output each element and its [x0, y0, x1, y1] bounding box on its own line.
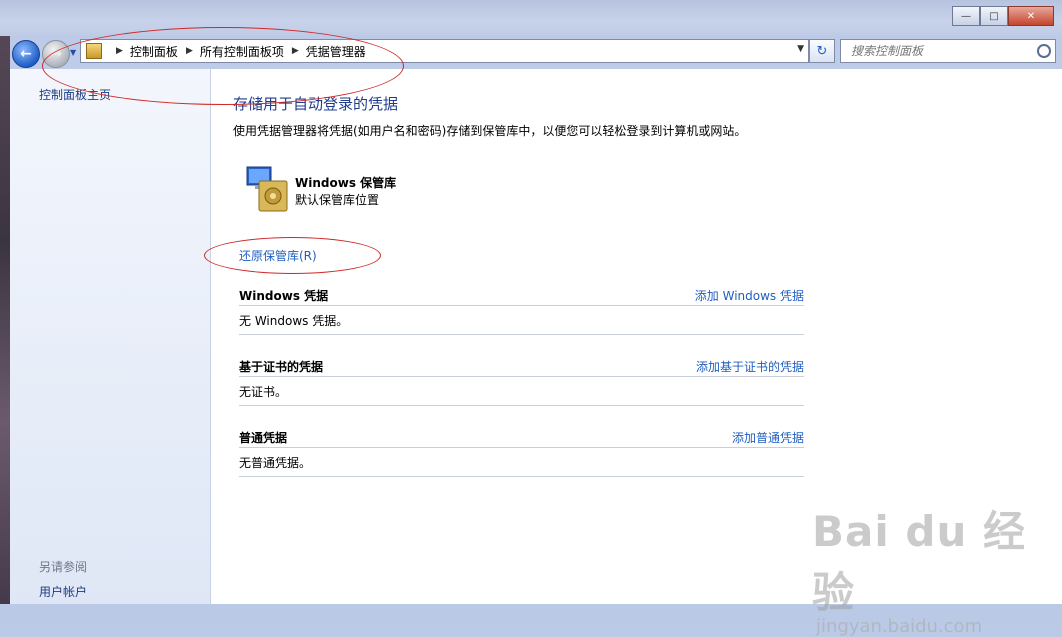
- vault-name: Windows 保管库: [295, 176, 397, 190]
- address-dropdown-icon[interactable]: ▼: [797, 44, 804, 54]
- watermark-url: jingyan.baidu.com: [816, 616, 983, 637]
- refresh-icon[interactable]: ↻: [809, 39, 835, 63]
- title-bar: — □ ✕: [0, 0, 1062, 36]
- section-header: 普通凭据 添加普通凭据: [239, 427, 804, 448]
- sidebar-home-link[interactable]: 控制面板主页: [39, 86, 111, 103]
- search-box[interactable]: [840, 39, 1056, 63]
- maximize-icon[interactable]: □: [980, 6, 1008, 26]
- forward-arrow-icon[interactable]: →: [42, 40, 70, 68]
- section-title: Windows 凭据: [239, 288, 329, 303]
- recent-pages-chevron-icon[interactable]: ▼: [70, 48, 76, 57]
- breadcrumb-all-items[interactable]: 所有控制面板项: [200, 43, 284, 60]
- search-icon[interactable]: [1037, 44, 1051, 58]
- sidebar-item-user-accounts[interactable]: 用户帐户: [39, 583, 87, 600]
- see-also-header: 另请参阅: [39, 560, 88, 574]
- breadcrumb-control-panel[interactable]: 控制面板: [130, 43, 178, 60]
- window-controls: — □ ✕: [952, 6, 1054, 26]
- breadcrumb-separator-icon[interactable]: ▶: [116, 46, 123, 56]
- back-arrow-icon[interactable]: ←: [12, 40, 40, 68]
- breadcrumb-separator-icon[interactable]: ▶: [292, 46, 299, 56]
- add-windows-credential-link[interactable]: 添加 Windows 凭据: [695, 287, 804, 304]
- section-empty-text: 无普通凭据。: [239, 448, 804, 477]
- breadcrumb: ▶ 控制面板 ▶ 所有控制面板项 ▶ 凭据管理器: [108, 43, 366, 60]
- section-title: 基于证书的凭据: [239, 359, 324, 374]
- address-bar[interactable]: ▶ 控制面板 ▶ 所有控制面板项 ▶ 凭据管理器 ▼: [80, 39, 809, 63]
- page-description: 使用凭据管理器将凭据(如用户名和密码)存储到保管库中，以便您可以轻松登录到计算机…: [233, 124, 747, 138]
- section-generic-credentials: 普通凭据 添加普通凭据 无普通凭据。: [239, 427, 804, 477]
- section-empty-text: 无证书。: [239, 377, 804, 406]
- control-panel-icon: [86, 43, 102, 59]
- desktop-edge: [0, 0, 10, 604]
- close-icon[interactable]: ✕: [1008, 6, 1054, 26]
- search-input[interactable]: [849, 43, 1038, 59]
- minimize-icon[interactable]: —: [952, 6, 980, 26]
- vault-safe-icon: [246, 166, 288, 212]
- baidu-watermark: Bai du 经验 jingyan.baidu.com: [812, 498, 1062, 637]
- watermark-logo: Bai du 经验: [812, 507, 1026, 617]
- page-title: 存储用于自动登录的凭据: [233, 95, 399, 113]
- section-empty-text: 无 Windows 凭据。: [239, 306, 804, 335]
- section-header: Windows 凭据 添加 Windows 凭据: [239, 285, 804, 306]
- breadcrumb-credential-manager[interactable]: 凭据管理器: [306, 43, 366, 60]
- breadcrumb-separator-icon[interactable]: ▶: [186, 46, 193, 56]
- section-title: 普通凭据: [239, 430, 288, 445]
- section-header: 基于证书的凭据 添加基于证书的凭据: [239, 356, 804, 377]
- vault-subtitle: 默认保管库位置: [295, 193, 380, 207]
- section-certificate-credentials: 基于证书的凭据 添加基于证书的凭据 无证书。: [239, 356, 804, 406]
- restore-vault-link[interactable]: 还原保管库(R): [239, 247, 317, 264]
- add-generic-credential-link[interactable]: 添加普通凭据: [732, 429, 804, 446]
- add-certificate-credential-link[interactable]: 添加基于证书的凭据: [696, 358, 804, 375]
- sidebar: 控制面板主页 另请参阅 用户帐户: [10, 69, 211, 604]
- section-windows-credentials: Windows 凭据 添加 Windows 凭据 无 Windows 凭据。: [239, 285, 804, 335]
